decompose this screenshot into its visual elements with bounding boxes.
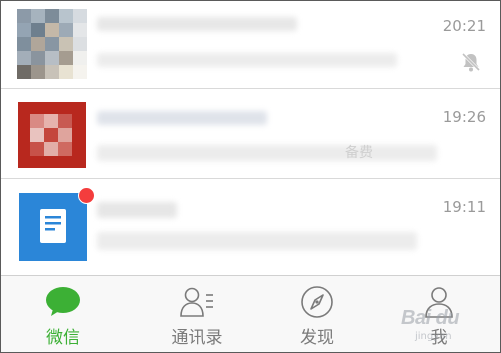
chat-time: 19:11 [442,198,486,216]
row-divider [1,88,500,89]
chat-name-obscured [97,111,267,125]
baidu-watermark: Bai du jingyan [393,293,500,349]
chat-item-1[interactable]: 20:21 [1,1,500,89]
chat-preview-obscured [97,232,417,250]
tab-label: 微信 [46,328,80,348]
document-icon [40,209,66,243]
tab-label: 发现 [300,328,334,348]
chat-list: 20:21 备费 19:26 19:11 [1,1,500,275]
chat-bubble-icon [46,287,80,316]
document-avatar [19,193,87,261]
group-avatar [17,9,87,79]
wechat-frame: 20:21 备费 19:26 19:11 微信 通讯录 发现 我 Bai du … [0,0,501,353]
watermark-sub: jingyan [415,331,452,342]
tab-discover[interactable]: 发现 [255,276,379,352]
compass-icon [301,286,333,318]
red-avatar [18,102,86,168]
chat-preview-obscured [97,53,397,67]
contacts-icon [180,287,213,317]
tab-contacts[interactable]: 通讯录 [135,276,259,352]
chat-item-2[interactable]: 备费 19:26 [1,90,500,179]
mute-bell-icon [461,52,481,72]
unread-dot [78,187,95,204]
chat-preview-obscured [97,145,437,161]
row-divider [1,178,500,179]
tab-chats[interactable]: 微信 [1,276,125,352]
chat-preview-fragment: 备费 [345,145,373,161]
chat-name-obscured [97,17,297,31]
tab-label: 通讯录 [171,328,223,348]
chat-name-obscured [97,202,177,218]
chat-time: 20:21 [442,17,486,35]
chat-item-3[interactable]: 19:11 [1,180,500,275]
watermark-text: Bai du [401,307,460,329]
chat-time: 19:26 [442,108,486,126]
